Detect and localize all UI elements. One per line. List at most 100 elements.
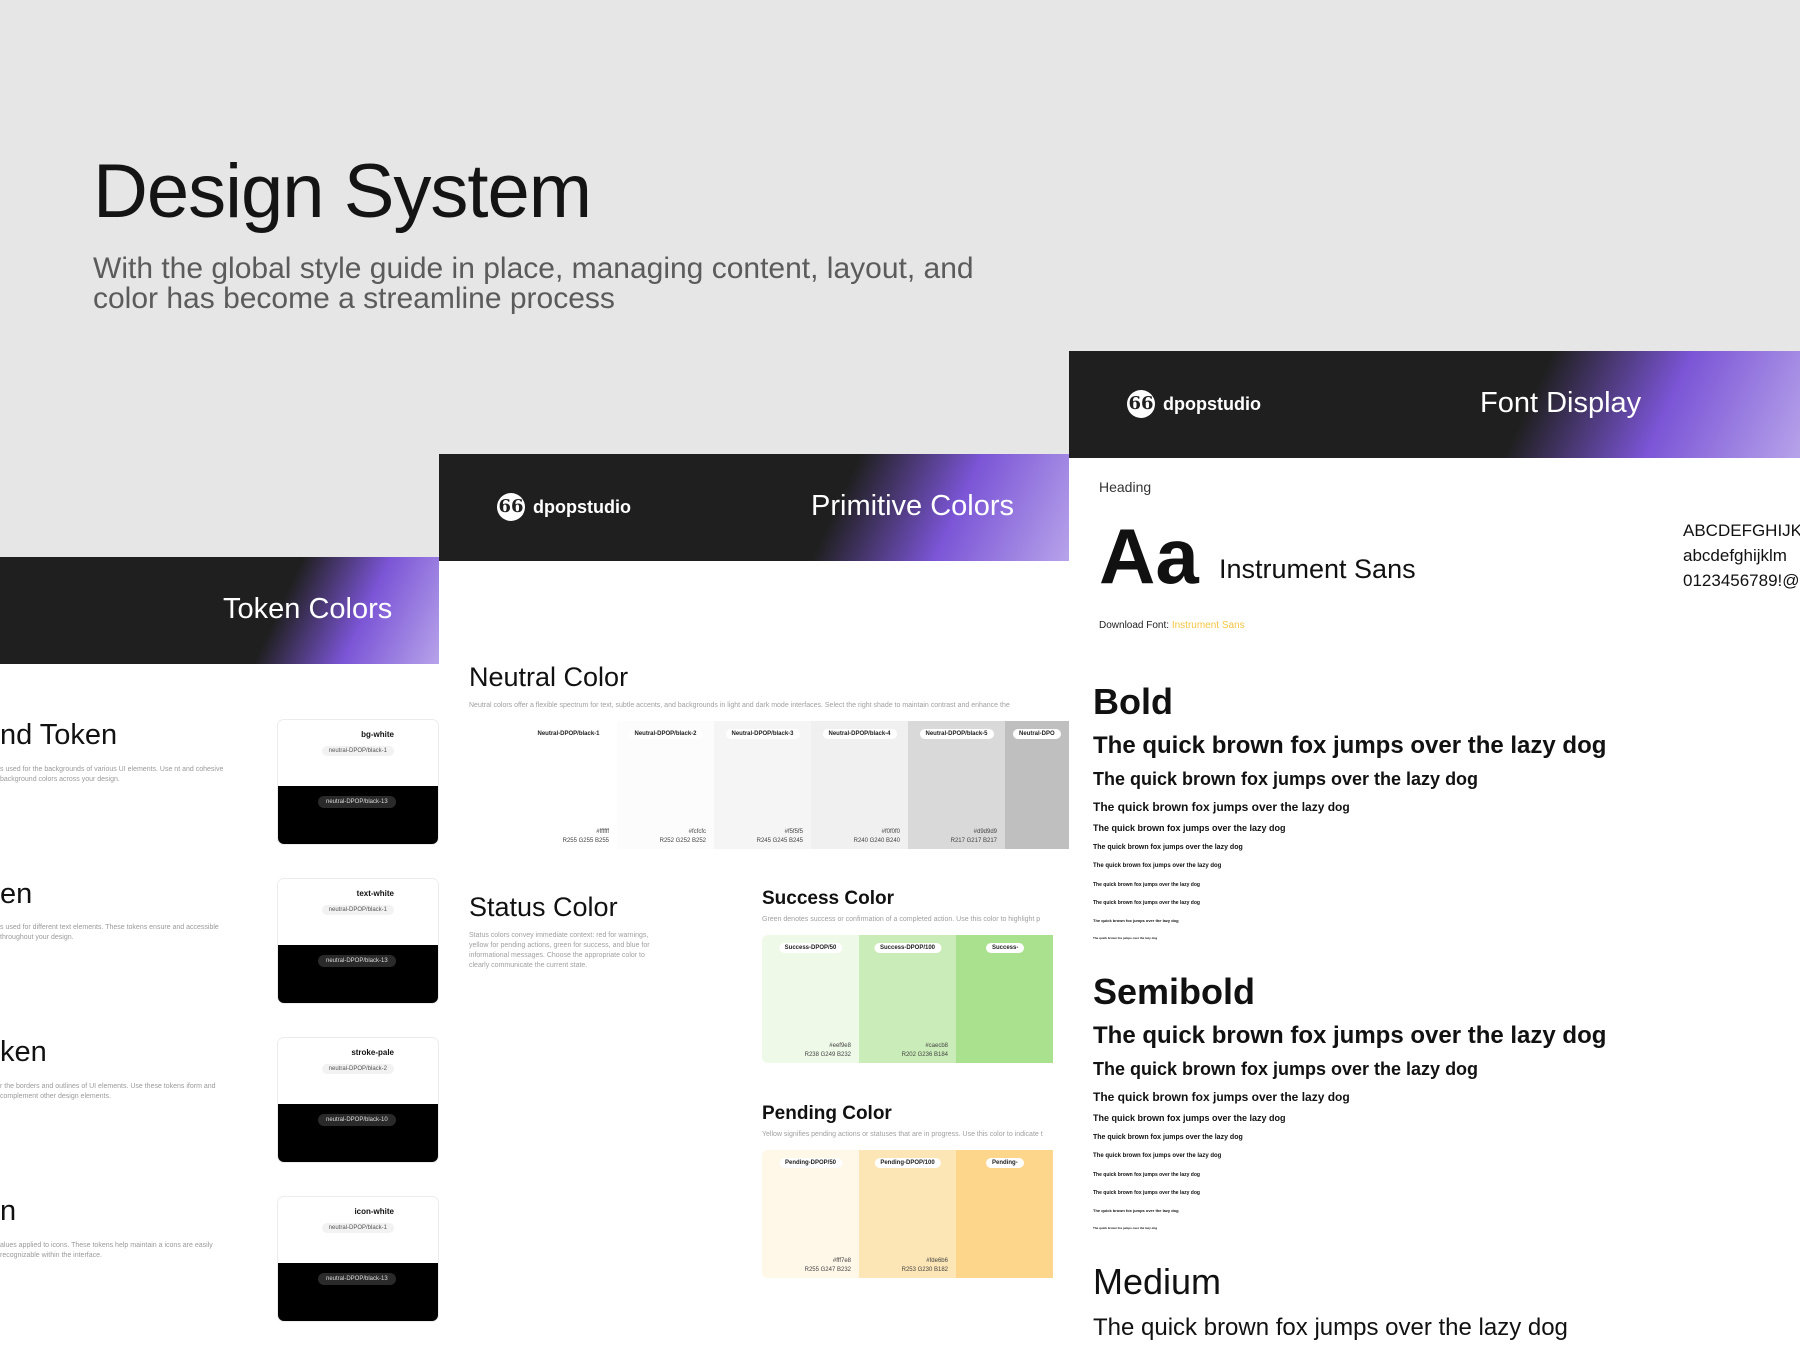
swatch-rgb: R253 G230 B182 [901, 1267, 948, 1273]
success-color-desc: Green denotes success or confirmation of… [762, 916, 1041, 923]
swatch-name: Pending- [986, 1158, 1024, 1168]
token-pill-dark: neutral-DPOP/black-13 [318, 796, 396, 808]
token-panel-title: Token Colors [223, 593, 393, 625]
swatch-hex: #eef9e8 [829, 1043, 851, 1049]
status-color-heading: Status Color [469, 892, 618, 922]
pangram-sample: The quick brown fox jumps over the lazy … [1093, 800, 1350, 814]
token-panel-body: nd Token s used for the backgrounds of v… [0, 664, 439, 1360]
token-section-desc: s used for the backgrounds of various UI… [0, 766, 224, 783]
pangram-sample: The quick brown fox jumps over the lazy … [1093, 1172, 1200, 1178]
pangram-sample: The quick brown fox jumps over the lazy … [1093, 1134, 1243, 1141]
swatch-rgb: R240 G240 B240 [853, 838, 900, 844]
download-link[interactable]: Instrument Sans [1172, 620, 1245, 631]
pangram-sample: The quick brown fox jumps over the lazy … [1093, 1208, 1179, 1213]
swatch-name: Pending-DPOP/50 [778, 1158, 843, 1168]
token-section-desc: alues applied to icons. These tokens hel… [0, 1242, 213, 1259]
color-swatch[interactable]: Neutral-DPOP/black-1 #ffffff R255 G255 B25… [520, 721, 617, 849]
swatch-name: Neutral-DPOP/black-5 [919, 729, 994, 739]
swatch-name: Success- [986, 943, 1025, 953]
weight-heading-medium: Medium [1093, 1261, 1222, 1302]
token-card[interactable]: bg-white neutral-DPOP/black-1 neutral-DP… [278, 720, 438, 844]
success-color-heading: Success Color [762, 888, 894, 909]
token-pill: neutral-DPOP/black-2 [321, 1064, 394, 1074]
token-label: icon-white [354, 1207, 394, 1216]
brand-logo[interactable]: 66 dpopstudio [497, 493, 631, 521]
color-swatch[interactable]: Success-DPOP/100 #caecb8 R202 G236 B184 [859, 935, 956, 1063]
font-display-panel: 66 dpopstudio Font Display Heading Aa In… [1069, 351, 1800, 1360]
token-card[interactable]: stroke-pale neutral-DPOP/black-2 neutral… [278, 1038, 438, 1162]
pangram-sample: The quick brown fox jumps over the lazy … [1093, 844, 1243, 851]
token-card[interactable]: text-white neutral-DPOP/black-1 neutral-… [278, 879, 438, 1003]
token-section-name: n [0, 1195, 17, 1227]
swatch-name: Success-DPOP/100 [873, 943, 942, 953]
swatch-hex: #ffffff [596, 829, 609, 835]
color-swatch[interactable]: Neutral-DPOP/black-4 #f0f0f0 R240 G240 B24… [811, 721, 908, 849]
color-swatch[interactable]: Pending- [956, 1150, 1053, 1278]
token-card[interactable]: icon-white neutral-DPOP/black-1 neutral-… [278, 1197, 438, 1321]
pangram-sample: The quick brown fox jumps over the lazy … [1093, 918, 1179, 923]
swatch-name: Neutral-DPOP/black-2 [628, 729, 703, 739]
token-section-desc: r the borders and outlines of UI element… [0, 1083, 216, 1100]
swatch-name: Neutral-DPOP/black-3 [725, 729, 800, 739]
swatch-rgb: R238 G249 B232 [804, 1052, 851, 1058]
swatch-name: Neutral-DPOP/black-1 [531, 729, 606, 739]
token-pill-dark: neutral-DPOP/black-13 [318, 955, 396, 967]
font-panel-title: Font Display [1480, 387, 1642, 419]
token-panel-header: Token Colors [0, 557, 439, 664]
swatch-hex: #fde6b6 [926, 1258, 948, 1264]
color-swatch[interactable]: Neutral-DPOP/black-2 #fcfcfc R252 G252 B25… [617, 721, 714, 849]
swatch-rgb: R202 G236 B184 [901, 1052, 948, 1058]
heading-label: Heading [1099, 479, 1152, 495]
alphabet-upper: ABCDEFGHIJK [1683, 521, 1800, 540]
brand-logo[interactable]: 66 dpopstudio [1127, 390, 1261, 418]
swatch-name: Success-DPOP/50 [778, 943, 843, 953]
alphabet-lower: abcdefghijklm [1683, 546, 1787, 565]
swatch-name: Pending-DPOP/100 [874, 1158, 941, 1168]
download-label: Download Font: Instrument Sans [1099, 620, 1245, 631]
color-swatch[interactable]: Neutral-DPO [1005, 721, 1069, 849]
token-section-name: ken [0, 1036, 47, 1068]
token-label: stroke-pale [351, 1048, 394, 1057]
swatch-name: Neutral-DPO [1013, 729, 1061, 739]
page-subtitle: With the global style guide in place, ma… [93, 252, 974, 315]
token-pill: neutral-DPOP/black-1 [321, 746, 394, 756]
pangram-sample: The quick brown fox jumps over the lazy … [1093, 1022, 1607, 1049]
weight-heading-bold: Bold [1093, 681, 1173, 722]
pangram-sample: The quick brown fox jumps over the lazy … [1093, 1153, 1222, 1159]
token-pill-dark: neutral-DPOP/black-10 [318, 1114, 396, 1126]
token-label: bg-white [361, 730, 394, 739]
pangram-sample: The quick brown fox jumps over the lazy … [1093, 1226, 1158, 1230]
neutral-swatch-row: Neutral-DPOP/black-1 #ffffff R255 G255 B25… [520, 721, 1069, 849]
color-swatch[interactable]: Success-DPOP/50 #eef9e8 R238 G249 B232 [762, 935, 859, 1063]
quote-logo-icon: 66 [497, 493, 525, 521]
swatch-rgb: R255 G247 B232 [804, 1267, 851, 1273]
brand-name: dpopstudio [1163, 393, 1261, 414]
success-swatch-row: Success-DPOP/50 #eef9e8 R238 G249 B232 Suc… [762, 935, 1053, 1063]
token-pill: neutral-DPOP/black-1 [321, 905, 394, 915]
token-section-desc: s used for different text elements. Thes… [0, 924, 219, 941]
brand-name: dpopstudio [533, 496, 631, 517]
swatch-rgb: R255 G255 B255 [562, 838, 609, 844]
download-text: Download Font: [1099, 620, 1170, 631]
font-panel-header: 66 dpopstudio Font Display [1069, 351, 1800, 458]
pangram-sample: The quick brown fox jumps over the lazy … [1093, 936, 1158, 940]
pangram-sample: The quick brown fox jumps over the lazy … [1093, 769, 1479, 789]
pangram-sample: The quick brown fox jumps over the lazy … [1093, 1090, 1350, 1104]
swatch-hex: #d9d9d9 [973, 829, 997, 835]
pangram-sample: The quick brown fox jumps over the lazy … [1093, 863, 1222, 869]
token-section-name: en [0, 878, 33, 910]
neutral-color-heading: Neutral Color [469, 662, 629, 692]
pangram-sample: The quick brown fox jumps over the lazy … [1093, 900, 1200, 906]
pangram-sample: The quick brown fox jumps over the lazy … [1093, 1059, 1479, 1079]
color-swatch[interactable]: Success- [956, 935, 1053, 1063]
color-swatch[interactable]: Neutral-DPOP/black-3 #f5f5f5 R245 G245 B24… [714, 721, 811, 849]
color-swatch[interactable]: Pending-DPOP/50 #fff7e8 R255 G247 B232 [762, 1150, 859, 1278]
color-swatch[interactable]: Neutral-DPOP/black-5 #d9d9d9 R217 G217 B21… [908, 721, 1005, 849]
token-pill-dark: neutral-DPOP/black-13 [318, 1273, 396, 1285]
font-sample-glyph: Aa [1099, 512, 1199, 600]
primitive-colors-panel: 66 dpopstudio Primitive Colors Neutral C… [439, 454, 1069, 1360]
page-title: Design System [93, 149, 592, 234]
pangram-sample: The quick brown fox jumps over the lazy … [1093, 1190, 1200, 1196]
status-color-desc: Status colors convey immediate context: … [469, 932, 650, 969]
color-swatch[interactable]: Pending-DPOP/100 #fde6b6 R253 G230 B182 [859, 1150, 956, 1278]
